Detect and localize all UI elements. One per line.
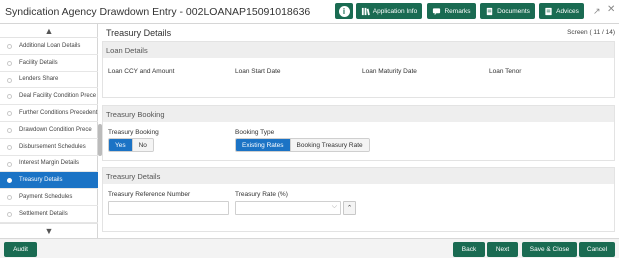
sidebar-item-label: Drawdown Condition Prece bbox=[19, 126, 92, 133]
existing-rates-button[interactable]: Existing Rates bbox=[236, 139, 290, 151]
close-icon[interactable]: ✕ bbox=[607, 4, 615, 15]
loan-maturity-date-label: Loan Maturity Date bbox=[362, 68, 417, 75]
booking-treasury-rate-button[interactable]: Booking Treasury Rate bbox=[289, 139, 369, 151]
sidebar-item-label: Facility Details bbox=[19, 59, 58, 66]
info-button[interactable]: i bbox=[335, 3, 353, 19]
step-status-icon bbox=[7, 111, 12, 117]
expand-icon[interactable]: ↗ bbox=[593, 6, 601, 17]
treasury-booking-heading: Treasury Booking bbox=[103, 106, 614, 122]
loan-tenor-label: Loan Tenor bbox=[489, 68, 522, 75]
sidebar-item-label: Lenders Share bbox=[19, 76, 59, 83]
sidebar-item[interactable]: Disbursement Schedules bbox=[0, 139, 98, 156]
step-status-icon bbox=[7, 161, 12, 167]
treasury-details-heading: Treasury Details bbox=[103, 168, 614, 184]
documents-label: Documents bbox=[497, 7, 530, 15]
loan-start-date-label: Loan Start Date bbox=[235, 68, 281, 75]
documents-button[interactable]: Documents bbox=[480, 3, 535, 19]
sidebar-item-label: Deal Facility Condition Prece bbox=[19, 93, 97, 100]
chevron-down-icon[interactable]: ▼ bbox=[0, 223, 98, 237]
step-status-icon bbox=[7, 94, 12, 100]
next-button[interactable]: Next bbox=[487, 242, 518, 257]
chevron-up-icon[interactable]: ▲ bbox=[0, 24, 98, 38]
audit-button[interactable]: Audit bbox=[4, 242, 37, 257]
sidebar-item[interactable]: Additional Loan Details bbox=[0, 38, 98, 55]
sidebar-item[interactable]: Treasury Details bbox=[0, 172, 98, 190]
sidebar-item[interactable]: Deal Facility Condition Prece bbox=[0, 88, 98, 106]
page-title: Treasury Details bbox=[106, 28, 172, 38]
booking-type-toggle: Existing Rates Booking Treasury Rate bbox=[235, 138, 370, 152]
sidebar-item-label: Payment Schedules bbox=[19, 194, 73, 201]
chevron-down-icon: ⌵ bbox=[331, 203, 337, 210]
sidebar-item-label: Treasury Details bbox=[19, 177, 63, 184]
chevron-up-icon: ⌃ bbox=[346, 205, 353, 212]
treasury-booking-label: Treasury Booking bbox=[108, 129, 159, 136]
step-status-icon bbox=[7, 44, 12, 49]
footer-bar: Audit Back Next Save & Close Cancel bbox=[0, 238, 619, 258]
sidebar-item-label: Additional Loan Details bbox=[19, 42, 81, 49]
booking-type-label: Booking Type bbox=[235, 129, 275, 136]
booking-no-button[interactable]: No bbox=[131, 139, 153, 151]
sidebar: ▲ Additional Loan Details Facility Detail… bbox=[0, 24, 98, 238]
loan-details-section: Loan Details Loan CCY and Amount Loan St… bbox=[102, 41, 615, 98]
step-status-icon bbox=[7, 60, 12, 66]
sidebar-item-label: Disbursement Schedules bbox=[19, 143, 86, 150]
screen-count: Screen ( 11 / 14) bbox=[567, 29, 615, 36]
sidebar-item-label: Interest Margin Details bbox=[19, 160, 80, 167]
info-icon: i bbox=[338, 5, 350, 17]
loan-ccy-amount-label: Loan CCY and Amount bbox=[108, 68, 175, 75]
sidebar-item[interactable]: Payment Schedules bbox=[0, 189, 98, 206]
treasury-details-section: Treasury Details Treasury Reference Numb… bbox=[102, 167, 615, 232]
save-close-button[interactable]: Save & Close bbox=[522, 242, 577, 257]
treasury-reference-label: Treasury Reference Number bbox=[108, 191, 191, 198]
application-info-button[interactable]: Application Info bbox=[356, 3, 422, 19]
documents-icon bbox=[486, 7, 493, 15]
sidebar-item[interactable]: Facility Details bbox=[0, 55, 98, 72]
treasury-booking-section: Treasury Booking Treasury Booking Yes No… bbox=[102, 105, 615, 161]
sidebar-item[interactable]: Drawdown Condition Prece bbox=[0, 122, 98, 139]
step-status-icon bbox=[7, 178, 12, 184]
advices-label: Advices bbox=[556, 7, 579, 15]
treasury-booking-toggle: Yes No bbox=[108, 138, 154, 152]
sidebar-item-label: Settlement Details bbox=[19, 210, 68, 217]
step-status-icon bbox=[7, 144, 12, 150]
step-status-icon bbox=[7, 211, 12, 217]
treasury-rate-select[interactable]: ⌵ bbox=[235, 201, 341, 215]
treasury-reference-input[interactable] bbox=[108, 201, 229, 215]
back-button[interactable]: Back bbox=[453, 242, 485, 257]
remarks-button[interactable]: Remarks bbox=[427, 3, 476, 19]
application-info-icon bbox=[361, 7, 370, 15]
sidebar-item[interactable]: Interest Margin Details bbox=[0, 156, 98, 173]
step-status-icon bbox=[7, 127, 12, 133]
main-content: Treasury Details Screen ( 11 / 14) Loan … bbox=[102, 24, 619, 238]
booking-yes-button[interactable]: Yes bbox=[109, 139, 132, 151]
step-status-icon bbox=[7, 195, 12, 201]
sidebar-item-label: Further Conditions Precedent bbox=[19, 110, 98, 117]
treasury-rate-label: Treasury Rate (%) bbox=[235, 191, 288, 198]
cancel-button[interactable]: Cancel bbox=[579, 242, 615, 257]
remarks-icon bbox=[433, 7, 441, 15]
loan-details-heading: Loan Details bbox=[103, 42, 614, 58]
application-info-label: Application Info bbox=[372, 7, 418, 15]
sidebar-item[interactable]: Lenders Share bbox=[0, 72, 98, 89]
sidebar-item[interactable]: Further Conditions Precedent bbox=[0, 105, 98, 122]
advices-icon bbox=[545, 7, 552, 15]
window-title: Syndication Agency Drawdown Entry - 002L… bbox=[5, 6, 311, 18]
step-status-icon bbox=[7, 77, 12, 83]
sidebar-item[interactable]: Settlement Details bbox=[0, 206, 98, 223]
treasury-rate-up-button[interactable]: ⌃ bbox=[343, 201, 356, 215]
sidebar-list: Additional Loan Details Facility Details L… bbox=[0, 38, 98, 223]
advices-button[interactable]: Advices bbox=[539, 3, 584, 19]
header-bar: Syndication Agency Drawdown Entry - 002L… bbox=[0, 0, 619, 24]
remarks-label: Remarks bbox=[444, 7, 471, 15]
